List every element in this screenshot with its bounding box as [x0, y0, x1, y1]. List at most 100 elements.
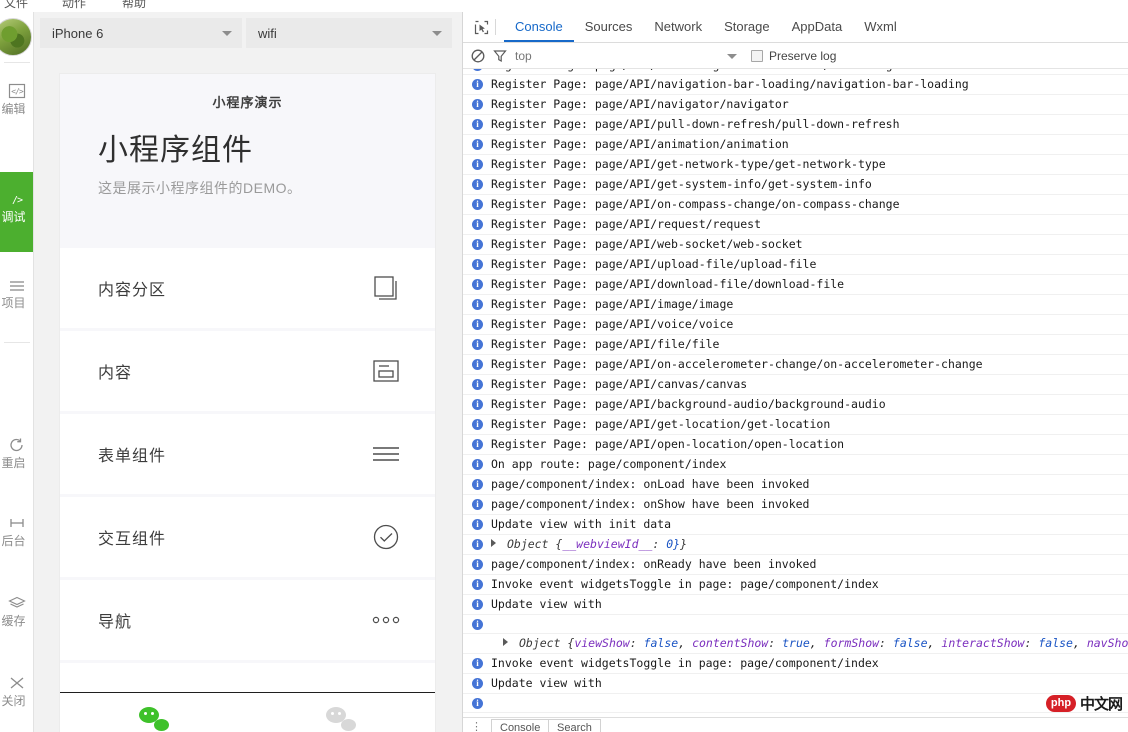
filter-icon[interactable]	[493, 49, 507, 63]
chat-bubble-icon	[139, 707, 169, 731]
console-line: iUpdate view with	[463, 595, 1128, 615]
console-line-text: Register Page: page/API/get-network-type…	[491, 157, 886, 171]
phone-app-name: 小程序演示	[60, 92, 435, 111]
info-icon: i	[472, 299, 483, 310]
network-select[interactable]: wifi	[246, 18, 452, 48]
console-line: iInvoke event widgetsToggle in page: pag…	[463, 575, 1128, 595]
console-line: iRegister Page: page/API/canvas/canvas	[463, 375, 1128, 395]
rail-item-edit[interactable]: </> 编辑	[0, 80, 34, 117]
rail-item-close[interactable]: 关闭	[0, 672, 34, 709]
rail-item-project[interactable]: 项目	[0, 274, 34, 311]
console-line-text: Register Page: page/API/open-location/op…	[491, 437, 844, 451]
console-line-text: Register Page: page/API/background-audio…	[491, 397, 886, 411]
console-line-text: Register Page: page/API/image/image	[491, 297, 733, 311]
info-icon: i	[472, 119, 483, 130]
phone-title: 小程序组件	[60, 125, 435, 169]
inspect-element-icon[interactable]	[469, 16, 493, 38]
list-item[interactable]: 导航	[60, 580, 435, 660]
console-line-object[interactable]: Object {viewShow: false, contentShow: tr…	[463, 634, 1128, 654]
chevron-down-icon	[432, 31, 442, 36]
console-line: iRegister Page: page/API/background-audi…	[463, 395, 1128, 415]
tab-storage[interactable]: Storage	[713, 12, 781, 42]
console-line: iRegister Page: page/API/file/file	[463, 335, 1128, 355]
console-line: iRegister Page: page/API/get-location/ge…	[463, 415, 1128, 435]
tab-sources[interactable]: Sources	[574, 12, 644, 42]
tab-console[interactable]: Console	[504, 12, 574, 42]
expand-triangle-icon[interactable]	[503, 638, 508, 646]
layers-icon	[8, 592, 26, 614]
console-line: i	[463, 694, 1128, 713]
console-line-text: Register Page: page/API/voice/voice	[491, 317, 733, 331]
info-icon: i	[472, 159, 483, 170]
list-item-label: 内容	[98, 359, 132, 383]
console-line-text: Register Page: page/API/navigation-bar-l…	[491, 77, 969, 91]
info-icon: i	[472, 79, 483, 90]
tab-api[interactable]	[248, 693, 436, 732]
phone-tabbar	[60, 692, 435, 732]
tab-component[interactable]	[60, 693, 248, 732]
info-icon: i	[472, 519, 483, 530]
bottom-tab-search[interactable]: Search	[549, 719, 601, 732]
list-item[interactable]: 交互组件	[60, 497, 435, 577]
preserve-log-checkbox[interactable]	[751, 50, 763, 62]
console-line: iOn app route: page/component/index	[463, 455, 1128, 475]
code-icon: </>	[8, 80, 26, 102]
rail-item-cache[interactable]: 缓存	[0, 592, 34, 629]
avatar[interactable]	[0, 18, 32, 56]
preserve-log-toggle[interactable]: Preserve log	[751, 49, 836, 63]
rail-label-edit: 编辑	[0, 102, 34, 117]
info-icon: i	[472, 658, 483, 669]
list-item[interactable]: 内容分区	[60, 248, 435, 328]
console-line: i Register Page: page/API/get-network-typ…	[463, 155, 1128, 175]
menu-item-help[interactable]: 帮助	[122, 0, 146, 11]
rail-item-background[interactable]: 后台	[0, 512, 34, 549]
console-line-text: Register Page: page/API/canvas/canvas	[491, 377, 747, 391]
list-item-label: 交互组件	[98, 525, 166, 549]
simulator-panel: iPhone 6 wifi 小程序演示 小程序组件 这是展示小程序组件的DEMO…	[34, 12, 462, 732]
console-output[interactable]: i Register Page: page/API/set-navigation…	[463, 69, 1128, 715]
list-item[interactable]: 内容	[60, 331, 435, 411]
divider	[495, 19, 496, 35]
chat-bubble-icon	[326, 707, 356, 731]
console-line-text: Register Page: page/API/pull-down-refres…	[491, 117, 900, 131]
info-icon: i	[472, 539, 483, 550]
menu-item-action[interactable]: 动作	[62, 0, 86, 11]
rail-label-project: 项目	[0, 296, 34, 311]
console-filter-bar: top Preserve log	[463, 43, 1128, 69]
console-line: iRegister Page: page/API/open-location/o…	[463, 435, 1128, 455]
rail-label-debug: 调试	[0, 210, 34, 225]
menu-item-file[interactable]: 文件	[4, 0, 28, 11]
list-item[interactable]: 表单组件	[60, 414, 435, 494]
console-line-object[interactable]: i Object {__webviewId__: 0}}	[463, 535, 1128, 555]
device-select-value: iPhone 6	[52, 26, 103, 41]
rail-item-debug[interactable]: /> 调试	[0, 172, 34, 252]
console-line-text: Update view with init data	[491, 517, 671, 531]
context-selector[interactable]: top	[515, 46, 743, 66]
clear-console-icon[interactable]	[471, 49, 485, 63]
tab-network[interactable]: Network	[643, 12, 713, 42]
console-line: iUpdate view with	[463, 674, 1128, 694]
phone-subtitle: 这是展示小程序组件的DEMO。	[60, 178, 435, 198]
expand-triangle-icon[interactable]	[491, 539, 496, 547]
bottom-tab-console[interactable]: Console	[491, 719, 549, 732]
devtools-panel: Console Sources Network Storage AppData …	[462, 12, 1128, 732]
device-select[interactable]: iPhone 6	[40, 18, 242, 48]
info-icon: i	[472, 459, 483, 470]
more-options-icon[interactable]: ⋮	[471, 720, 482, 732]
rail-item-restart[interactable]: 重启	[0, 434, 34, 471]
watermark: php 中文网	[1046, 693, 1122, 714]
console-line-text: Register Page: page/API/on-accelerometer…	[491, 357, 983, 371]
console-line-text: Update view with	[491, 676, 602, 690]
tab-appdata[interactable]: AppData	[781, 12, 854, 42]
app-root: 文件 动作 帮助 </> 编辑 /> 调试 项目	[0, 0, 1128, 732]
restart-icon	[8, 434, 26, 456]
tab-wxml[interactable]: Wxml	[853, 12, 908, 42]
console-line: iRegister Page: page/API/on-acceleromete…	[463, 355, 1128, 375]
console-line-object[interactable]: Object {viewShow: false, contentShow: fa…	[463, 713, 1128, 715]
info-icon: i	[472, 199, 483, 210]
info-icon: i	[472, 69, 483, 71]
phone-preview: 小程序演示 小程序组件 这是展示小程序组件的DEMO。 内容分区 内容	[60, 74, 435, 732]
rail-label-background: 后台	[0, 534, 34, 549]
info-icon: i	[472, 179, 483, 190]
info-icon: i	[472, 559, 483, 570]
